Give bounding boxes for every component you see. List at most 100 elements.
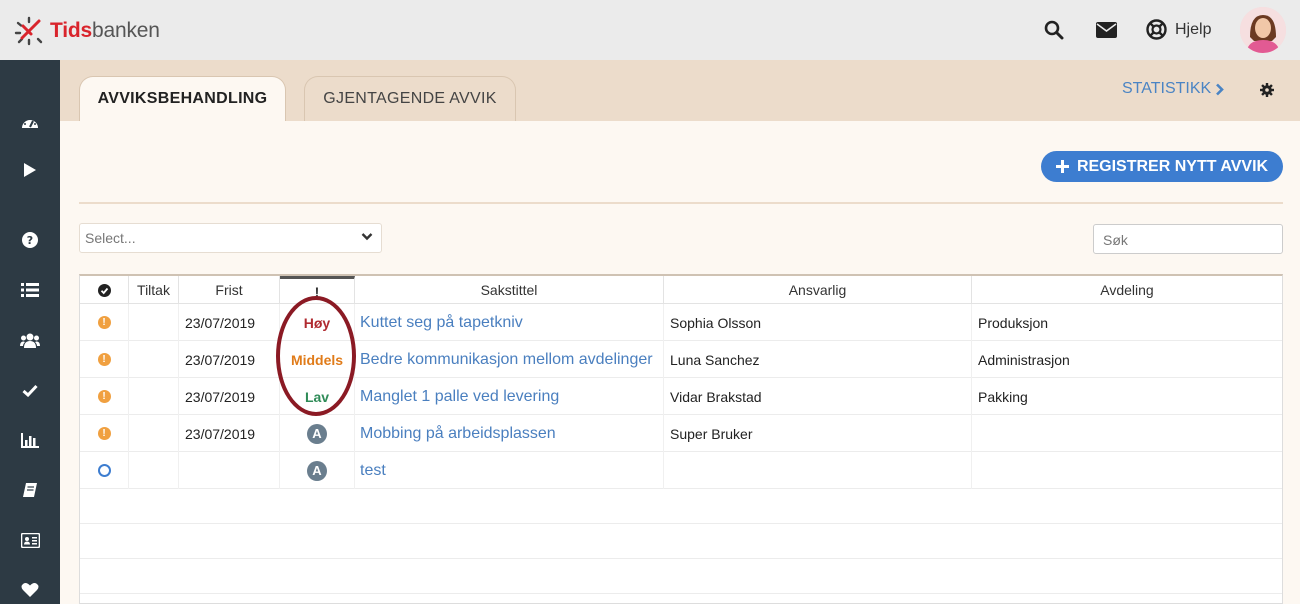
deviation-table: Tiltak Frist ! Sakstittel Ansvarlig Avde…: [79, 274, 1283, 604]
sakstittel-link[interactable]: Kuttet seg på tapetkniv: [355, 304, 664, 341]
ansvarlig-cell: Luna Sanchez: [664, 341, 972, 378]
column-header-status[interactable]: [80, 276, 129, 304]
settings-button[interactable]: [1260, 83, 1274, 102]
priority-a-badge: A: [307, 423, 327, 444]
table-row[interactable]: ! 23/07/2019 A Mobbing på arbeidsplassen…: [80, 415, 1282, 452]
register-new-deviation-button[interactable]: REGISTRER NYTT AVVIK: [1041, 151, 1283, 182]
avatar-image: [1240, 7, 1286, 53]
gear-icon: [1260, 83, 1274, 97]
search-icon: [1044, 20, 1064, 40]
frist-cell: 23/07/2019: [179, 378, 280, 415]
tab-gjentagende-avvik[interactable]: GJENTAGENDE AVVIK: [304, 76, 516, 121]
book-icon: [23, 483, 37, 497]
ansvarlig-cell: Vidar Brakstad: [664, 378, 972, 415]
statistikk-link[interactable]: STATISTIKK: [1122, 80, 1225, 98]
sidebar-item-dashboard[interactable]: [20, 112, 40, 132]
tiltak-cell: [129, 304, 179, 341]
tab-bar: AVVIKSBEHANDLING GJENTAGENDE AVVIK STATI…: [60, 60, 1300, 121]
tidsbanken-logo-icon: [14, 16, 43, 46]
svg-text:?: ?: [27, 234, 33, 247]
priority-highlight-oval: [276, 296, 356, 416]
sakstittel-link[interactable]: test: [355, 452, 664, 489]
tiltak-cell: [129, 452, 179, 489]
tiltak-cell: [129, 415, 179, 452]
frist-cell: 23/07/2019: [179, 415, 280, 452]
sakstittel-link[interactable]: Mobbing på arbeidsplassen: [355, 415, 664, 452]
sidebar-item-handbook[interactable]: [20, 480, 40, 500]
open-circle-icon: [97, 464, 111, 477]
tiltak-cell: [129, 341, 179, 378]
warning-icon: !: [97, 427, 111, 440]
dashboard-icon: [22, 118, 38, 128]
envelope-icon: [1096, 22, 1117, 38]
tiltak-cell: [129, 378, 179, 415]
column-header-frist[interactable]: Frist: [179, 276, 280, 304]
list-icon: [21, 283, 39, 297]
sidebar-item-list[interactable]: [20, 280, 40, 300]
statistikk-label: STATISTIKK: [1122, 80, 1212, 97]
warning-icon: !: [97, 390, 111, 403]
messages-button[interactable]: [1096, 22, 1117, 38]
question-icon: ?: [22, 232, 38, 248]
sidebar-item-help[interactable]: ?: [20, 230, 40, 250]
top-bar: Tidsbanken Hjelp: [0, 0, 1300, 60]
warning-icon: !: [97, 316, 111, 329]
search-input[interactable]: Søk: [1093, 224, 1283, 254]
divider: [79, 202, 1283, 204]
column-header-avdeling[interactable]: Avdeling: [972, 276, 1282, 304]
brand-name: Tidsbanken: [50, 19, 160, 43]
chevron-right-icon: [1216, 83, 1225, 95]
tab-avviksbehandling[interactable]: AVVIKSBEHANDLING: [79, 76, 286, 121]
sakstittel-link[interactable]: Manglet 1 palle ved levering: [355, 378, 664, 415]
avdeling-cell: Produksjon: [978, 314, 1049, 331]
sidebar-item-play[interactable]: [20, 160, 40, 180]
register-button-label: REGISTRER NYTT AVVIK: [1076, 157, 1269, 175]
sakstittel-link[interactable]: Bedre kommunikasjon mellom avdelinger: [355, 341, 664, 378]
sidebar-item-favorites[interactable]: [20, 580, 40, 600]
ansvarlig-cell: Super Bruker: [664, 415, 972, 452]
column-header-tiltak[interactable]: Tiltak: [129, 276, 179, 304]
help-label: Hjelp: [1175, 20, 1212, 38]
table-row[interactable]: ! 23/07/2019 Lav Manglet 1 palle ved lev…: [80, 378, 1282, 415]
avdeling-cell: [972, 415, 1282, 452]
status-cell: !: [80, 378, 129, 415]
brand-logo[interactable]: Tidsbanken: [14, 15, 160, 47]
column-header-sakstittel[interactable]: Sakstittel: [355, 276, 664, 304]
empty-row: [80, 524, 1282, 559]
user-avatar[interactable]: [1240, 7, 1286, 53]
frist-cell: [179, 452, 280, 489]
priority-cell: A: [280, 415, 355, 452]
sidebar: ?: [0, 60, 60, 604]
avdeling-cell: Administrasjon: [978, 351, 1070, 368]
status-cell: [80, 452, 129, 489]
empty-row: [80, 559, 1282, 594]
plus-icon: [1055, 160, 1069, 173]
column-header-ansvarlig[interactable]: Ansvarlig: [664, 276, 972, 304]
status-cell: !: [80, 415, 129, 452]
table-row[interactable]: ! 23/07/2019 Middels Bedre kommunikasjon…: [80, 341, 1282, 378]
heart-icon: [21, 583, 39, 597]
search-button[interactable]: [1044, 20, 1064, 40]
avdeling-cell: Pakking: [978, 388, 1028, 405]
brand-name-part1: Tids: [50, 19, 92, 42]
avdeling-cell: [972, 452, 1282, 489]
play-icon: [24, 163, 36, 177]
table-row[interactable]: ! 23/07/2019 Høy Kuttet seg på tapetkniv…: [80, 304, 1282, 341]
status-cell: !: [80, 341, 129, 378]
sidebar-item-users[interactable]: [20, 330, 40, 350]
warning-icon: !: [97, 353, 111, 366]
sidebar-item-tasks[interactable]: [20, 380, 40, 400]
filter-select[interactable]: Select...: [79, 223, 382, 253]
table-row[interactable]: A test: [80, 452, 1282, 489]
priority-cell: A: [280, 452, 355, 489]
table-header: Tiltak Frist ! Sakstittel Ansvarlig Avde…: [80, 276, 1282, 304]
lifebuoy-icon: [1146, 19, 1167, 40]
sidebar-item-employees[interactable]: [20, 530, 40, 550]
empty-row: [80, 489, 1282, 524]
sidebar-item-reports[interactable]: [20, 430, 40, 450]
main-content: AVVIKSBEHANDLING GJENTAGENDE AVVIK STATI…: [60, 60, 1300, 604]
filter-select-placeholder: Select...: [85, 230, 136, 246]
ansvarlig-cell: [664, 452, 972, 489]
help-button[interactable]: Hjelp: [1146, 19, 1211, 40]
chevron-down-icon: [361, 233, 373, 241]
